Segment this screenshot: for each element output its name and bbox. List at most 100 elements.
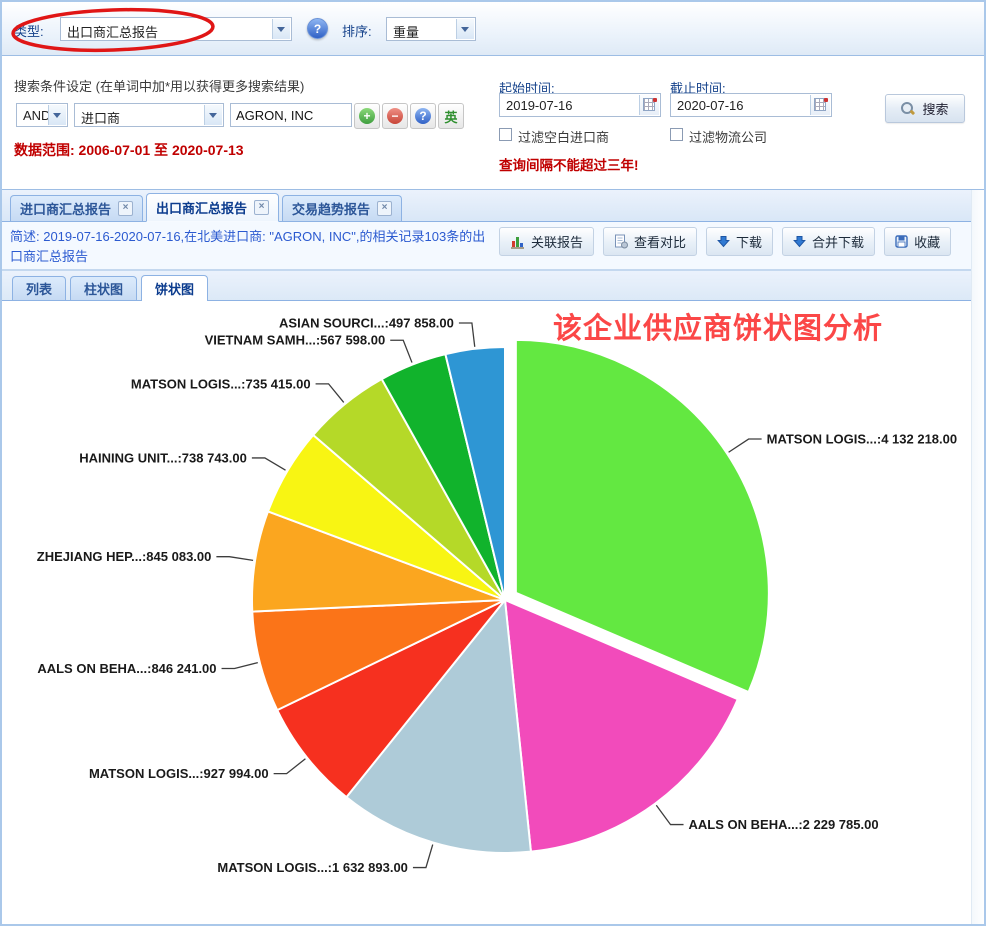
tab-label: 列表 (26, 279, 52, 298)
sort-select[interactable]: 重量 (386, 17, 476, 41)
pie-slice-label: MATSON LOGIS...:1 632 893.00 (217, 860, 408, 875)
download-arrow-icon (793, 235, 806, 248)
search-field-select[interactable]: 进口商 (74, 103, 224, 127)
button-label: 合并下载 (812, 232, 864, 251)
pie-chart: MATSON LOGIS...:4 132 218.00 AALS ON BEHA… (2, 301, 971, 921)
label-leader-line (216, 557, 253, 561)
start-date-value: 2019-07-16 (506, 98, 573, 113)
chevron-down-icon[interactable] (204, 105, 222, 125)
report-type-value: 出口商汇总报告 (67, 22, 158, 41)
tab-label: 交易趋势报告 (292, 199, 370, 218)
button-label: 查看对比 (634, 232, 686, 251)
search-panel: 搜索条件设定 (在单词中加*用以获得更多搜索结果) AND 进口商 + − ? … (2, 56, 984, 190)
tab-importer-summary-report[interactable]: 进口商汇总报告 × (10, 195, 143, 221)
pie-slice-label: MATSON LOGIS...:735 415.00 (131, 376, 311, 391)
filter-blank-importer-checkbox[interactable] (499, 128, 512, 141)
add-condition-button[interactable]: + (354, 103, 380, 129)
button-label: 收藏 (914, 232, 940, 251)
bool-operator-select[interactable]: AND (16, 103, 68, 127)
chevron-down-icon[interactable] (456, 19, 474, 39)
label-leader-line (656, 805, 683, 824)
pie-slice-label: MATSON LOGIS...:927 994.00 (89, 766, 269, 781)
remove-condition-button[interactable]: − (382, 103, 408, 129)
search-conditions-label: 搜索条件设定 (在单词中加*用以获得更多搜索结果) (14, 76, 304, 95)
chevron-down-icon[interactable] (272, 19, 290, 39)
merge-download-button[interactable]: 合并下载 (782, 227, 875, 256)
pie-slice-label: ZHEJIANG HEP...:845 083.00 (37, 549, 212, 564)
pie-slice-label: ASIAN SOURCI...:497 858.00 (279, 315, 454, 330)
help-icon[interactable]: ? (307, 18, 328, 39)
label-leader-line (459, 323, 475, 347)
compare-document-icon (614, 234, 628, 249)
search-field-value: 进口商 (81, 108, 120, 127)
tab-trade-trend-report[interactable]: 交易趋势报告 × (282, 195, 402, 221)
tab-label: 柱状图 (84, 279, 123, 298)
filter-logistics-checkbox[interactable] (670, 128, 683, 141)
main-region: 进口商汇总报告 × 出口商汇总报告 × 交易趋势报告 × 简述: 2019-07… (2, 190, 971, 924)
pie-slice-label: MATSON LOGIS...:4 132 218.00 (767, 432, 958, 447)
pie-chart-panel: MATSON LOGIS...:4 132 218.00 AALS ON BEHA… (2, 301, 971, 921)
close-icon[interactable]: × (377, 201, 392, 216)
type-label: 类型: (14, 21, 44, 40)
bar-chart-icon (510, 235, 525, 249)
plus-icon: + (359, 108, 375, 124)
label-leader-line (274, 759, 306, 774)
report-summary-text: 简述: 2019-07-16-2020-07-16,在北美进口商: "AGRON… (10, 227, 490, 267)
data-range-text: 数据范围: 2006-07-01 至 2020-07-13 (14, 140, 244, 160)
tab-exporter-summary-report[interactable]: 出口商汇总报告 × (146, 193, 279, 222)
pie-slice-label: AALS ON BEHA...:846 241.00 (37, 661, 216, 676)
report-type-select[interactable]: 出口商汇总报告 (60, 17, 292, 41)
help-icon: ? (415, 108, 431, 124)
app-window: 类型: 出口商汇总报告 ? 排序: 重量 搜索条件设定 (在单词中加*用以获得更… (0, 0, 986, 926)
search-button-label: 搜索 (922, 99, 948, 118)
tab-label: 饼状图 (155, 279, 194, 298)
end-date-value: 2020-07-16 (677, 98, 744, 113)
filter-logistics-label: 过滤物流公司 (689, 127, 767, 146)
label-leader-line (413, 845, 433, 868)
favorite-button[interactable]: 收藏 (884, 227, 951, 256)
pie-slice-label: VIETNAM SAMH...:567 598.00 (205, 333, 386, 348)
tab-pie-chart-view[interactable]: 饼状图 (141, 275, 208, 301)
sort-value: 重量 (393, 22, 419, 41)
sort-label: 排序: (342, 21, 372, 40)
start-date-input[interactable]: 2019-07-16 (499, 93, 661, 117)
view-tab-bar: 列表 柱状图 饼状图 (2, 271, 971, 301)
report-tab-bar: 进口商汇总报告 × 出口商汇总报告 × 交易趋势报告 × (2, 190, 971, 222)
condition-help-button[interactable]: ? (410, 103, 436, 129)
action-button-row: 关联报告 查看对比 下载 (499, 227, 951, 256)
keyword-input[interactable] (230, 103, 352, 127)
tab-label: 进口商汇总报告 (20, 199, 111, 218)
calendar-icon[interactable] (639, 95, 659, 115)
label-leader-line (222, 663, 258, 669)
bool-operator-value: AND (23, 108, 50, 123)
english-toggle-button[interactable]: 英 (438, 103, 464, 129)
view-compare-button[interactable]: 查看对比 (603, 227, 697, 256)
top-toolbar: 类型: 出口商汇总报告 ? 排序: 重量 (2, 2, 984, 56)
label-leader-line (390, 340, 412, 362)
close-icon[interactable]: × (254, 200, 269, 215)
close-icon[interactable]: × (118, 201, 133, 216)
download-button[interactable]: 下载 (706, 227, 773, 256)
tab-label: 出口商汇总报告 (156, 198, 247, 217)
related-report-button[interactable]: 关联报告 (499, 227, 594, 256)
filter-blank-importer-label: 过滤空白进口商 (518, 127, 609, 146)
summary-bar: 简述: 2019-07-16-2020-07-16,在北美进口商: "AGRON… (2, 222, 971, 271)
tab-bar-chart-view[interactable]: 柱状图 (70, 276, 137, 300)
button-label: 下载 (736, 232, 762, 251)
english-label: 英 (444, 107, 457, 126)
interval-warning-text: 查询间隔不能超过三年! (499, 154, 639, 174)
tab-list-view[interactable]: 列表 (12, 276, 66, 300)
search-button[interactable]: 搜索 (885, 94, 965, 123)
chevron-down-icon[interactable] (48, 105, 66, 125)
end-date-input[interactable]: 2020-07-16 (670, 93, 832, 117)
scrollbar-track (971, 190, 985, 924)
download-arrow-icon (717, 235, 730, 248)
pie-slice-label: HAINING UNIT...:738 743.00 (79, 450, 247, 465)
minus-icon: − (387, 108, 403, 124)
button-label: 关联报告 (531, 232, 583, 251)
save-disk-icon (895, 235, 908, 248)
label-leader-line (316, 384, 344, 403)
calendar-icon[interactable] (810, 95, 830, 115)
label-leader-line (729, 439, 762, 452)
chart-title: 该企业供应商饼状图分析 (553, 305, 883, 347)
